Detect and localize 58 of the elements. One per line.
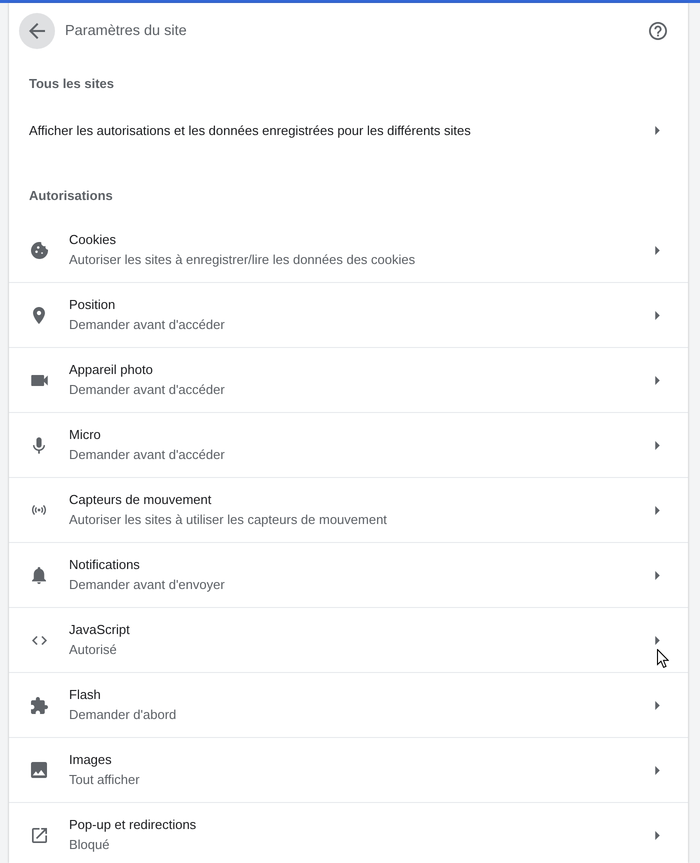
permission-status: Demander avant d'accéder [69,316,225,334]
permission-status: Autoriser les sites à utiliser les capteurs de mouvement [69,511,387,529]
permission-status: Demander avant d'envoyer [69,576,225,594]
permission-status: Tout afficher [69,771,140,789]
permission-title: Micro [69,426,101,444]
permission-status: Demander d'abord [69,706,176,724]
bell-icon [32,566,46,584]
settings-link[interactable]: Afficher les autorisations et les données enregistrées pour les différents sites [9,106,688,154]
permission-title: Flash [69,686,101,704]
permission-item[interactable]: Micro Demander avant d'accéder [9,412,688,477]
caret-right-icon [655,700,660,710]
permission-item[interactable]: Flash Demander d'abord [9,672,688,737]
caret-right-icon [655,440,660,450]
permission-title: Pop-up et redirections [69,816,196,834]
cookie-icon [30,242,48,258]
help-icon[interactable] [649,22,667,40]
permission-item[interactable]: Pop-up et redirections Bloqué [9,802,688,862]
permission-title: Notifications [69,556,140,574]
caret-right-icon [655,636,660,644]
permission-title: Capteurs de mouvement [69,491,212,509]
permission-title: JavaScript [69,621,130,639]
puzzle-piece-icon [30,696,48,714]
permission-title: Appareil photo [69,361,153,379]
caret-right-icon [655,376,660,384]
caret-right-icon [655,246,660,254]
section-heading: Autorisations [28,187,114,205]
permission-item[interactable]: Capteurs de mouvement Autoriser les sites à utiliser les capteurs de mouvement [9,477,688,542]
permission-status: Demander avant d'accéder [69,381,225,399]
caret-right-icon [655,570,660,580]
open-in-new-icon [32,828,46,842]
caret-right-icon [655,506,660,514]
section-heading: Tous les sites [28,75,116,93]
code-brackets-icon [32,636,46,644]
microphone-icon [33,436,45,454]
permission-status: Autorisé [69,641,117,659]
page-title: Paramètres du site [65,22,188,41]
permission-title: Cookies [69,231,116,249]
back-arrow-icon [29,23,45,39]
video-camera-icon [30,374,48,386]
back-button[interactable] [19,13,55,49]
image-icon [31,762,47,778]
radio-waves-icon [32,505,46,515]
permission-status: Demander avant d'accéder [69,446,225,464]
permission-title: Images [69,751,112,769]
permission-item[interactable]: Notifications Demander avant d'envoyer [9,542,688,607]
caret-right-icon [655,310,660,320]
caret-right-icon [655,126,660,134]
location-pin-icon [33,306,45,324]
permission-item[interactable]: Cookies Autoriser les sites à enregistrer/lire les données des cookies [9,217,688,282]
permission-status: Autoriser les sites à enregistrer/lire les données des cookies [69,251,416,269]
permission-title: Position [69,296,116,314]
mouse-pointer-icon [657,649,669,668]
caret-right-icon [655,830,660,840]
permission-item[interactable]: Images Tout afficher [9,737,688,802]
caret-right-icon [655,766,660,774]
permission-item[interactable]: Appareil photo Demander avant d'accéder [9,347,688,412]
permission-item[interactable]: Position Demander avant d'accéder [9,282,688,347]
permission-status: Bloqué [69,836,110,854]
